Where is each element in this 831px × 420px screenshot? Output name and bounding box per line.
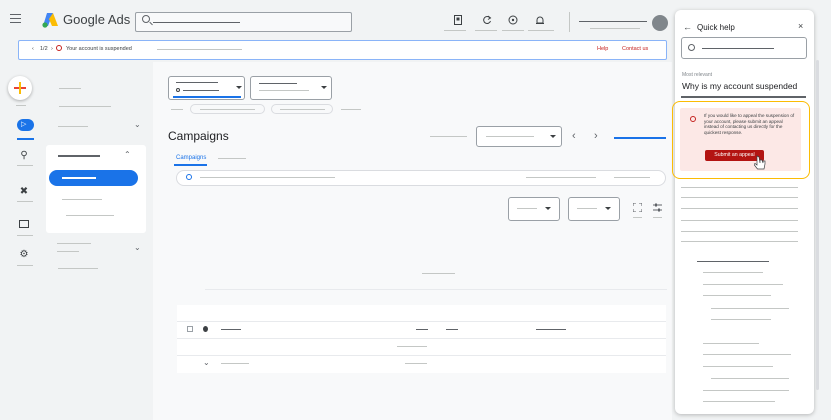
info-icon	[186, 174, 192, 180]
page-title: Campaigns	[168, 129, 229, 143]
dropdown-arrow-icon	[236, 86, 242, 89]
alert-text: If you would like to appeal the suspensi…	[704, 113, 795, 135]
search-icon	[142, 15, 150, 23]
dropdown-arrow-icon	[605, 207, 611, 210]
notification-message: Your account is suspended	[66, 46, 132, 52]
status-dot-icon	[203, 326, 208, 332]
warning-icon	[56, 45, 62, 51]
tab-other[interactable]	[218, 158, 246, 159]
radio-icon	[176, 88, 180, 92]
account-info[interactable]	[579, 21, 647, 22]
chevron-left-icon[interactable]: ‹	[572, 130, 576, 142]
chevron-right-icon[interactable]: ›	[594, 130, 598, 142]
help-icon[interactable]	[508, 15, 518, 25]
segment-dropdown[interactable]	[508, 197, 560, 221]
app-name: Google Ads	[63, 12, 131, 27]
menu-icon[interactable]	[10, 14, 21, 23]
dropdown-arrow-icon	[545, 207, 551, 210]
settings-icon[interactable]: ⚙	[19, 250, 29, 260]
tab-campaigns[interactable]: Campaigns	[176, 155, 206, 161]
help-link[interactable]: Help	[597, 46, 608, 52]
billing-icon[interactable]	[19, 220, 29, 228]
nav-item[interactable]	[66, 215, 114, 216]
page-icon[interactable]	[453, 15, 463, 25]
pointer-cursor-icon	[754, 155, 766, 170]
nav-item[interactable]	[62, 199, 102, 200]
quick-help-title: Quick help	[697, 23, 735, 32]
nav-section[interactable]	[57, 243, 91, 244]
info-banner	[176, 170, 666, 186]
filter-dropdown[interactable]	[250, 76, 332, 100]
chevron-down-icon[interactable]: ⌄	[134, 120, 141, 129]
arrow-left-icon[interactable]: ←	[683, 22, 692, 32]
row-checkbox[interactable]	[187, 326, 193, 332]
megaphone-icon: ▷	[21, 121, 27, 128]
fullscreen-icon[interactable]	[633, 203, 642, 212]
section-label: Most relevant	[682, 72, 713, 78]
notification-pager: 1/2	[40, 46, 48, 52]
divider	[569, 12, 570, 32]
chevron-right-icon[interactable]: ›	[51, 46, 53, 52]
nav-section-campaigns[interactable]	[58, 155, 100, 157]
left-rail	[0, 62, 46, 420]
avatar[interactable]	[652, 15, 668, 31]
columns-dropdown[interactable]	[568, 197, 620, 221]
refresh-icon[interactable]	[482, 15, 492, 25]
chevron-down-icon[interactable]: ⌄	[203, 358, 210, 367]
navigation-panel	[46, 62, 153, 420]
search-icon	[688, 44, 695, 51]
chevron-left-icon[interactable]: ‹	[32, 46, 34, 52]
warning-icon	[690, 116, 696, 122]
nav-item[interactable]	[59, 88, 81, 89]
article-title[interactable]: Why is my account suspended	[682, 81, 797, 91]
tools-icon[interactable]: ✖	[19, 187, 29, 197]
google-ads-logo	[42, 13, 58, 28]
tune-icon[interactable]	[653, 203, 662, 212]
contact-us-link[interactable]: Contact us	[622, 46, 648, 52]
nav-submenu	[46, 145, 146, 233]
scrollbar[interactable]	[816, 60, 819, 390]
search-placeholder	[153, 22, 240, 23]
goals-icon[interactable]: ⚲	[19, 151, 29, 161]
chevron-up-icon[interactable]: ⌃	[124, 150, 131, 159]
dropdown-arrow-icon	[321, 86, 327, 89]
chevron-down-icon[interactable]: ⌄	[134, 243, 141, 252]
nav-section[interactable]	[58, 126, 88, 127]
dropdown-arrow-icon	[550, 135, 556, 138]
close-icon[interactable]: ×	[798, 21, 803, 31]
notifications-icon[interactable]	[535, 15, 545, 25]
